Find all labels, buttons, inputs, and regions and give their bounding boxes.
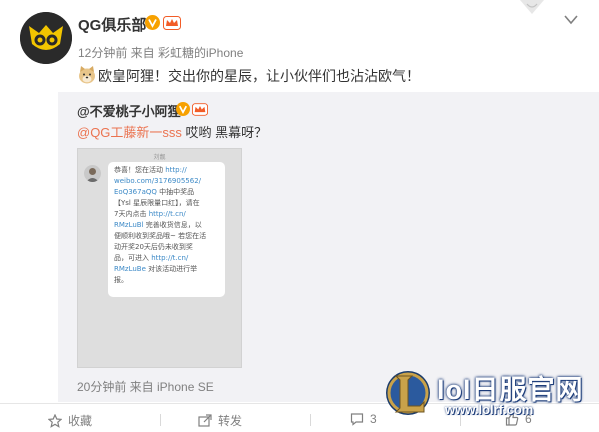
message-line: 动开奖20天后仍未收到奖 <box>114 243 193 251</box>
comment-count: 3 <box>370 412 377 426</box>
doge-emoji-icon <box>79 66 95 84</box>
forward-label: 转发 <box>218 414 243 428</box>
verified-icon <box>145 15 160 30</box>
person-icon <box>86 168 99 182</box>
message-line: 品，可进入 http://t.cn/ <box>114 254 189 262</box>
vip-crown-icon[interactable] <box>192 103 208 116</box>
repost-text-content: 哎哟 黑幕呀？ <box>181 125 268 140</box>
vip-crown-icon[interactable] <box>163 16 181 30</box>
favorite-label: 收藏 <box>68 414 93 428</box>
forward-icon <box>198 413 212 427</box>
watermark-url: www.lolrf.com <box>445 402 534 417</box>
message-line: 报。 <box>114 276 128 284</box>
author-name[interactable]: QG俱乐部 <box>78 14 146 35</box>
post-text-content: 欧皇阿狸！交出你的星辰，让小伙伴们也沾沾欧气！ <box>98 68 420 84</box>
repost-image[interactable]: 刘靓 恭喜！您在活动 http:// weibo.com/3176905562/… <box>77 148 242 368</box>
message-line: 恭喜！您在活动 http:// <box>114 166 187 174</box>
repost-meta: 20分钟前 来自 iPhone SE <box>77 380 214 394</box>
action-separator <box>310 414 311 426</box>
watermark: lol日服官网 www.lolrf.com <box>382 368 599 418</box>
message-line: EoQ367aQQ 中抽中奖品 <box>114 188 195 196</box>
qg-logo-icon <box>20 12 72 64</box>
message-line: 便顺利收到奖品哦~ 若您在活 <box>114 232 207 240</box>
post-meta: 12分钟前 来自 彩虹糖的iPhone <box>78 46 244 60</box>
message-bubble: 恭喜！您在活动 http:// weibo.com/3176905562/ Eo… <box>108 162 225 297</box>
sender-avatar <box>84 165 101 182</box>
comment-icon <box>350 413 364 426</box>
chevron-down-icon[interactable] <box>563 14 579 26</box>
message-line: 【Ysl 星辰限量口红】，请在 <box>114 199 200 207</box>
repost-text: @QG工藤新一sss 哎哟 黑幕呀？ <box>77 122 267 141</box>
avatar[interactable] <box>20 12 72 64</box>
post-text: 欧皇阿狸！交出你的星辰，让小伙伴们也沾沾欧气！ <box>78 66 420 85</box>
lol-logo-icon <box>386 371 430 415</box>
mention-link[interactable]: @QG工藤新一sss <box>77 125 182 140</box>
repost-author-name[interactable]: @不爱桃子小阿狸 <box>77 101 181 120</box>
screenshot-title: 刘靓 <box>153 155 166 161</box>
action-separator <box>160 414 161 426</box>
forward-button[interactable]: 转发 <box>198 412 242 429</box>
message-line: weibo.com/3176905562/ <box>114 177 202 185</box>
message-line: RMzLuBl 完善收货信息，以 <box>114 221 202 229</box>
star-icon <box>48 413 62 428</box>
message-line: RMzLuBe 对该活动进行举 <box>114 265 198 273</box>
favorite-button[interactable]: 收藏 <box>48 412 92 429</box>
verified-icon <box>176 102 190 116</box>
comment-button[interactable]: 3 <box>350 412 377 426</box>
weibo-post: QG俱乐部 12分钟前 来自 彩虹糖的iPhone 欧皇阿狸！交出你的星辰，让小… <box>0 0 599 432</box>
message-line: 7天内点击 http://t.cn/ <box>114 210 186 218</box>
corner-fold-icon <box>520 0 544 14</box>
